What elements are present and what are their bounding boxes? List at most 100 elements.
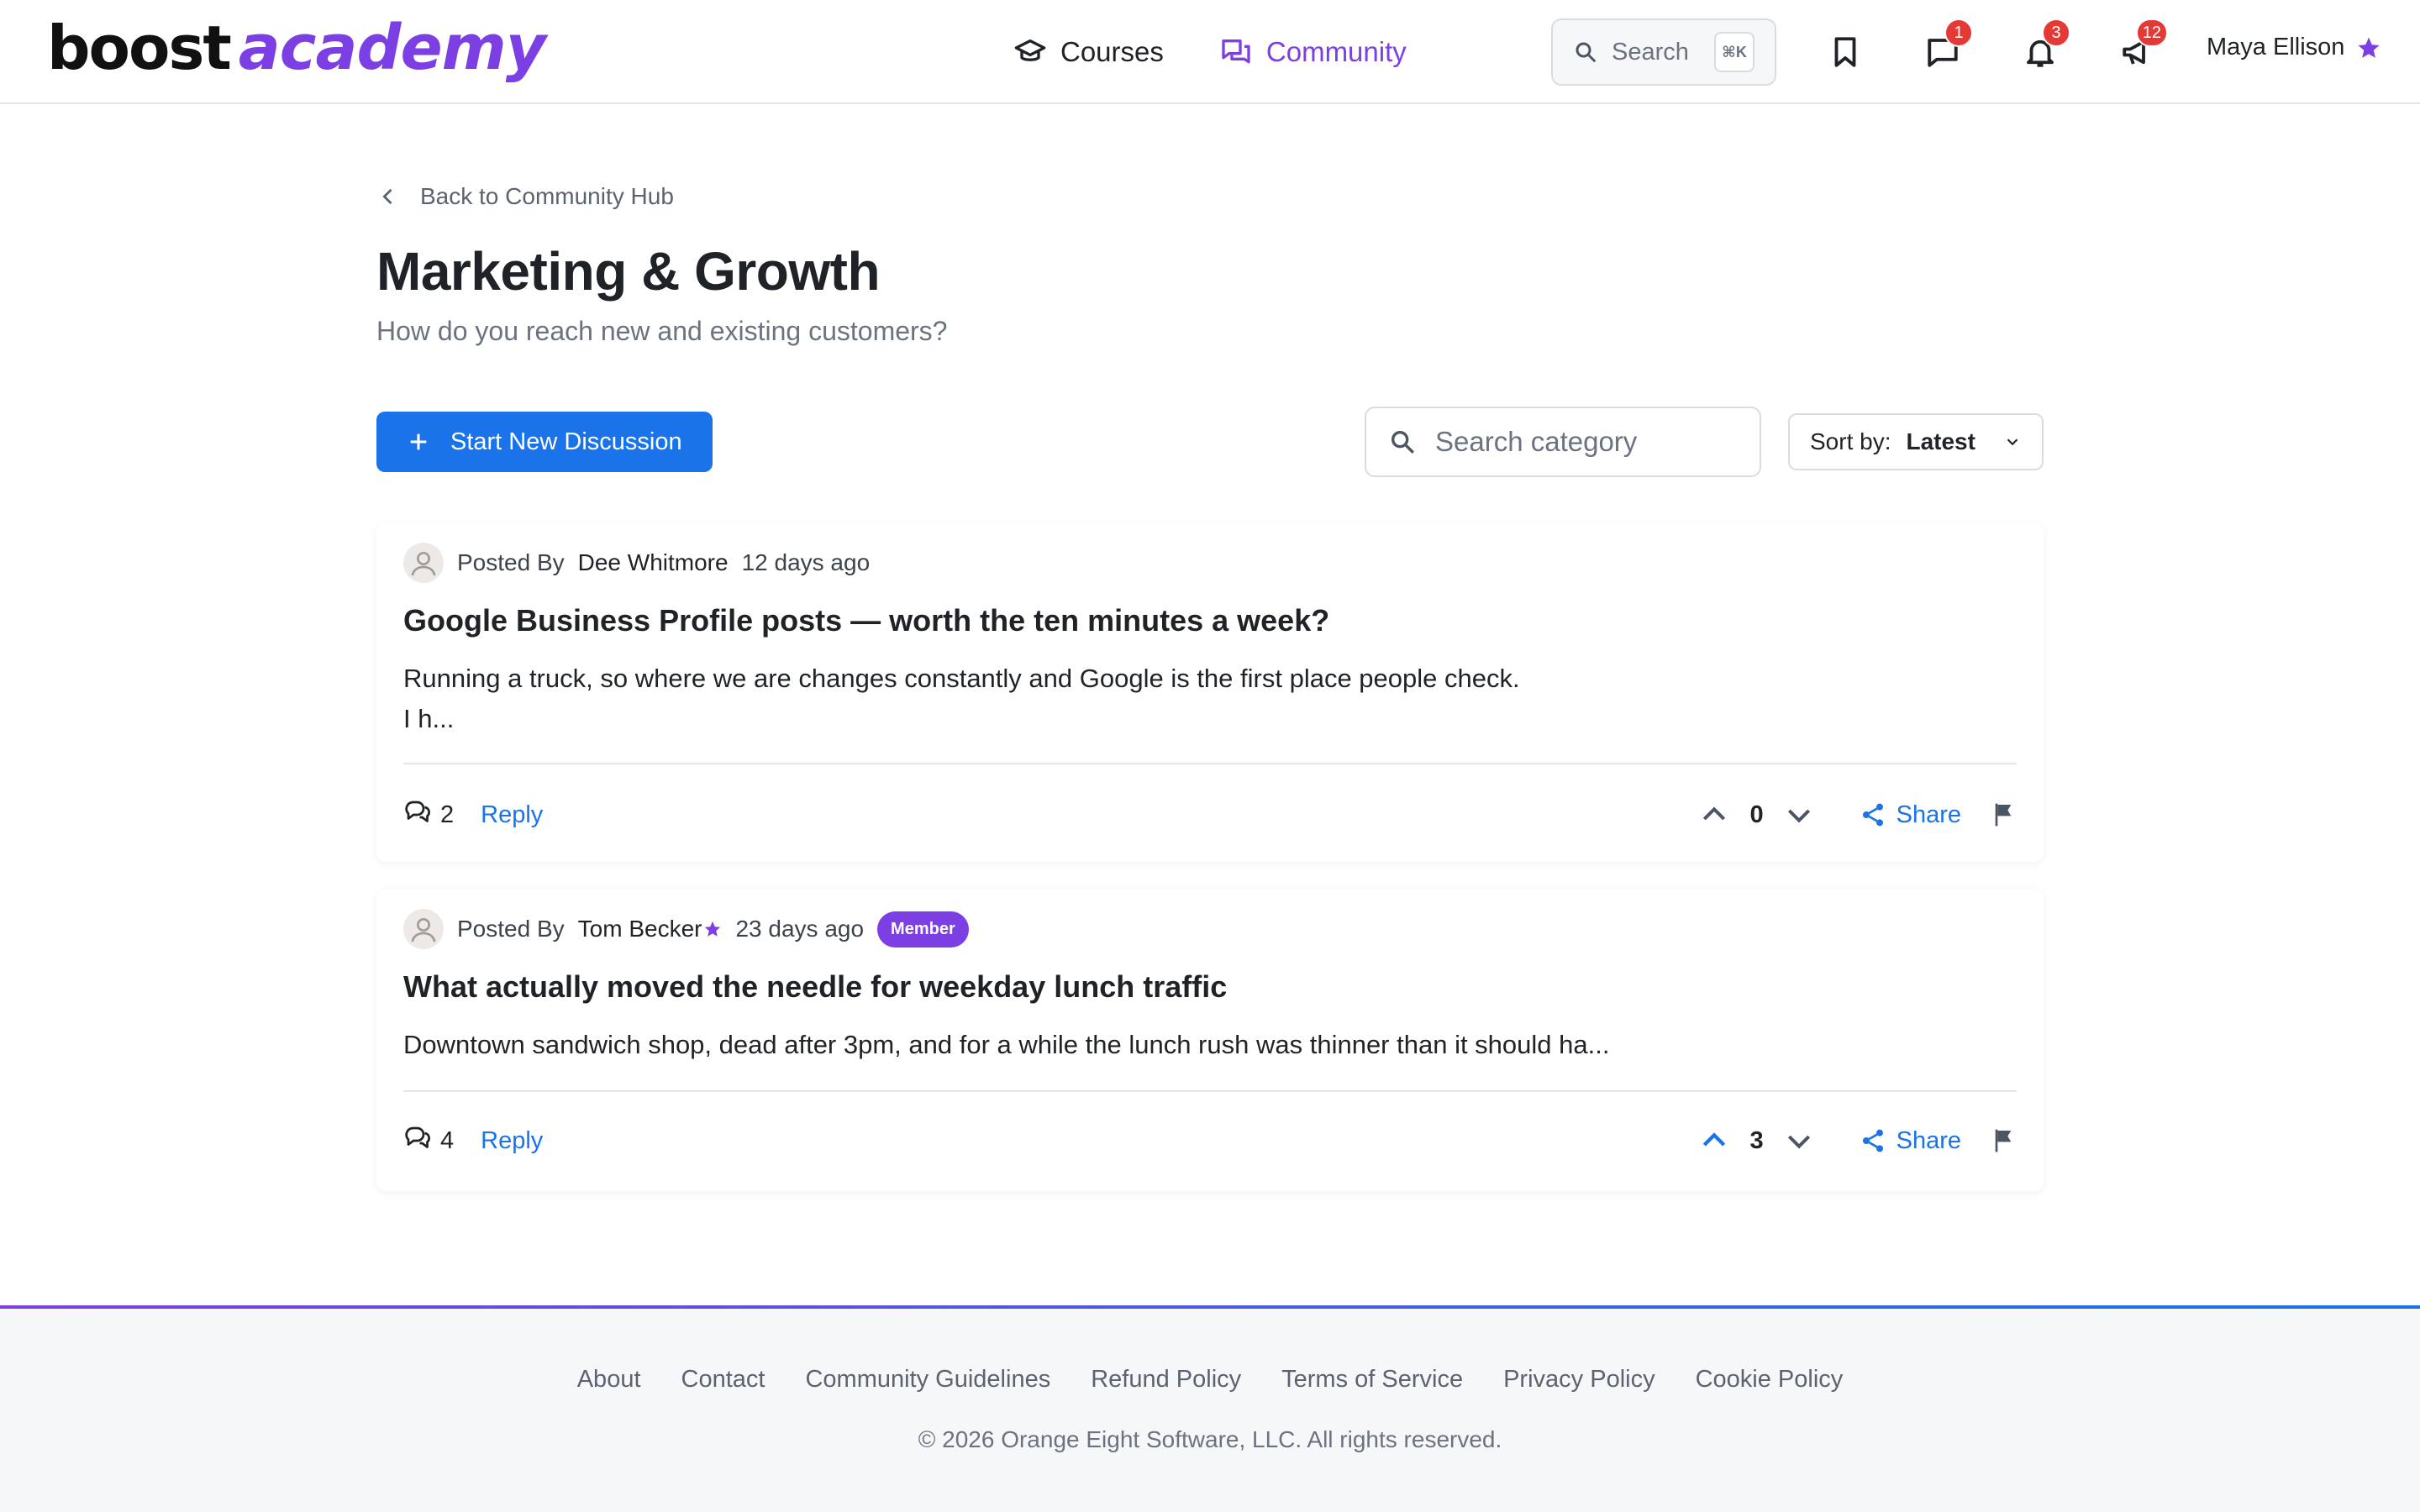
post-excerpt-line: Running a truck, so where we are changes… <box>403 664 1520 693</box>
footer: About Contact Community Guidelines Refun… <box>0 1305 2420 1512</box>
post-excerpt: Downtown sandwich shop, dead after 3pm, … <box>403 1025 2000 1065</box>
post-meta: Posted By Dee Whitmore 12 days ago <box>403 543 870 583</box>
comments-icon <box>405 1126 430 1148</box>
downvote-chevron-icon[interactable] <box>1782 1124 1816 1158</box>
top-header: boost academy Courses Community Search ⌘… <box>0 0 2420 104</box>
post-author[interactable]: Tom Becker <box>578 916 702 942</box>
user-name: Maya Ellison <box>2207 34 2345 60</box>
share-button[interactable]: Share <box>1860 801 1961 829</box>
user-avatar-icon <box>411 552 436 576</box>
downvote-chevron-icon[interactable] <box>1782 798 1816 832</box>
messages-button[interactable]: 1 <box>1919 18 1973 76</box>
category-search-input[interactable] <box>1435 426 1738 458</box>
announcements-button[interactable]: 12 <box>2114 18 2168 76</box>
share-button[interactable]: Share <box>1860 1127 1961 1155</box>
reply-button[interactable]: Reply <box>481 1127 543 1155</box>
share-label: Share <box>1896 801 1961 828</box>
global-search[interactable]: Search ⌘K <box>1551 18 1776 86</box>
footer-link-about[interactable]: About <box>577 1366 641 1394</box>
plus-icon <box>410 433 427 450</box>
chat-bubbles-icon <box>1222 39 1250 64</box>
comment-count-value: 2 <box>440 801 455 828</box>
logo-academy-text: academy <box>238 12 546 84</box>
footer-link-contact[interactable]: Contact <box>681 1366 765 1394</box>
notifications-badge: 3 <box>2042 18 2070 47</box>
back-label: Back to Community Hub <box>420 183 674 209</box>
footer-link-refund[interactable]: Refund Policy <box>1091 1366 1241 1394</box>
sort-value: Latest <box>1906 428 1975 454</box>
avatar[interactable] <box>403 543 444 583</box>
post-excerpt: Running a truck, so where we are changes… <box>403 659 2000 739</box>
post-actions: 2 Reply 0 Share <box>403 791 2017 838</box>
chevron-left-icon <box>382 188 392 205</box>
nav-community[interactable]: Community <box>1219 30 1407 74</box>
bookmark-icon <box>1834 37 1856 67</box>
vote-count: 3 <box>1749 1126 1764 1154</box>
graduation-cap-icon <box>1014 39 1046 61</box>
user-avatar-icon <box>411 918 436 942</box>
nav-courses[interactable]: Courses <box>1013 30 1164 74</box>
footer-link-cookie[interactable]: Cookie Policy <box>1696 1366 1844 1394</box>
back-to-hub-link[interactable]: Back to Community Hub <box>376 183 674 210</box>
messages-badge: 1 <box>1944 18 1973 47</box>
comments-icon <box>405 801 430 822</box>
post-card[interactable]: Posted By Tom Becker 23 days ago Member … <box>376 889 2044 1191</box>
start-discussion-label: Start New Discussion <box>450 428 682 455</box>
boost-academy-logo[interactable]: boost academy <box>47 12 546 92</box>
footer-link-guidelines[interactable]: Community Guidelines <box>805 1366 1050 1394</box>
star-icon <box>2358 37 2380 58</box>
footer-links: About Contact Community Guidelines Refun… <box>0 1366 2420 1394</box>
upvote-chevron-icon[interactable] <box>1697 1124 1731 1158</box>
search-icon <box>1576 42 1597 63</box>
post-title[interactable]: Google Business Profile posts — worth th… <box>403 603 1329 638</box>
posted-by-label: Posted By <box>457 549 565 575</box>
member-badge: Member <box>877 911 969 948</box>
search-icon <box>1391 430 1414 454</box>
nav-community-label: Community <box>1265 36 1407 67</box>
post-actions: 4 Reply 3 Share <box>403 1117 2017 1164</box>
footer-link-privacy[interactable]: Privacy Policy <box>1503 1366 1655 1394</box>
vote-controls: 0 <box>1697 798 1815 832</box>
footer-accent-line <box>0 1305 2420 1309</box>
comment-count-value: 4 <box>440 1126 455 1154</box>
main-nav: Courses Community <box>1013 30 1407 74</box>
post-title[interactable]: What actually moved the needle for weekd… <box>403 969 1227 1005</box>
nav-courses-label: Courses <box>1060 36 1164 67</box>
star-icon <box>705 921 721 937</box>
copyright: © 2026 Orange Eight Software, LLC. All r… <box>918 1426 1502 1452</box>
divider <box>403 763 2017 764</box>
chevron-down-icon <box>2007 438 2018 446</box>
footer-link-terms[interactable]: Terms of Service <box>1281 1366 1463 1394</box>
start-discussion-button[interactable]: Start New Discussion <box>376 412 713 472</box>
comment-count[interactable]: 2 <box>403 800 454 830</box>
post-meta: Posted By Tom Becker 23 days ago Member <box>403 909 969 949</box>
notifications-button[interactable]: 3 <box>2017 18 2070 76</box>
category-search <box>1365 407 1761 477</box>
flag-icon[interactable] <box>1990 1127 2017 1154</box>
post-time: 12 days ago <box>741 549 871 575</box>
post-excerpt-line: I h... <box>403 704 455 733</box>
announcements-badge: 12 <box>2135 18 2168 47</box>
avatar[interactable] <box>403 909 444 949</box>
share-label: Share <box>1896 1126 1961 1154</box>
share-icon <box>1862 803 1883 827</box>
upvote-chevron-icon[interactable] <box>1697 798 1731 832</box>
post-author[interactable]: Dee Whitmore <box>578 549 729 576</box>
page-title: Marketing & Growth <box>376 241 881 302</box>
comment-count[interactable]: 4 <box>403 1126 454 1156</box>
flag-icon[interactable] <box>1990 801 2017 828</box>
post-time: 23 days ago <box>735 916 865 942</box>
reply-button[interactable]: Reply <box>481 801 543 829</box>
logo-boost-text: boost <box>47 13 232 83</box>
sort-dropdown[interactable]: Sort by: Latest <box>1788 413 2044 470</box>
user-menu[interactable]: Maya Ellison <box>2207 34 2381 61</box>
vote-controls: 3 <box>1697 1124 1815 1158</box>
post-excerpt-line: Downtown sandwich shop, dead after 3pm, … <box>403 1030 1610 1059</box>
sort-label: Sort by: <box>1810 428 1891 454</box>
bookmarks-button[interactable] <box>1822 29 1869 76</box>
posted-by-label: Posted By <box>457 916 565 942</box>
search-shortcut: ⌘K <box>1714 32 1754 72</box>
page-subtitle: How do you reach new and existing custom… <box>376 316 948 346</box>
vote-count: 0 <box>1749 801 1764 828</box>
post-card[interactable]: Posted By Dee Whitmore 12 days ago Googl… <box>376 522 2044 862</box>
